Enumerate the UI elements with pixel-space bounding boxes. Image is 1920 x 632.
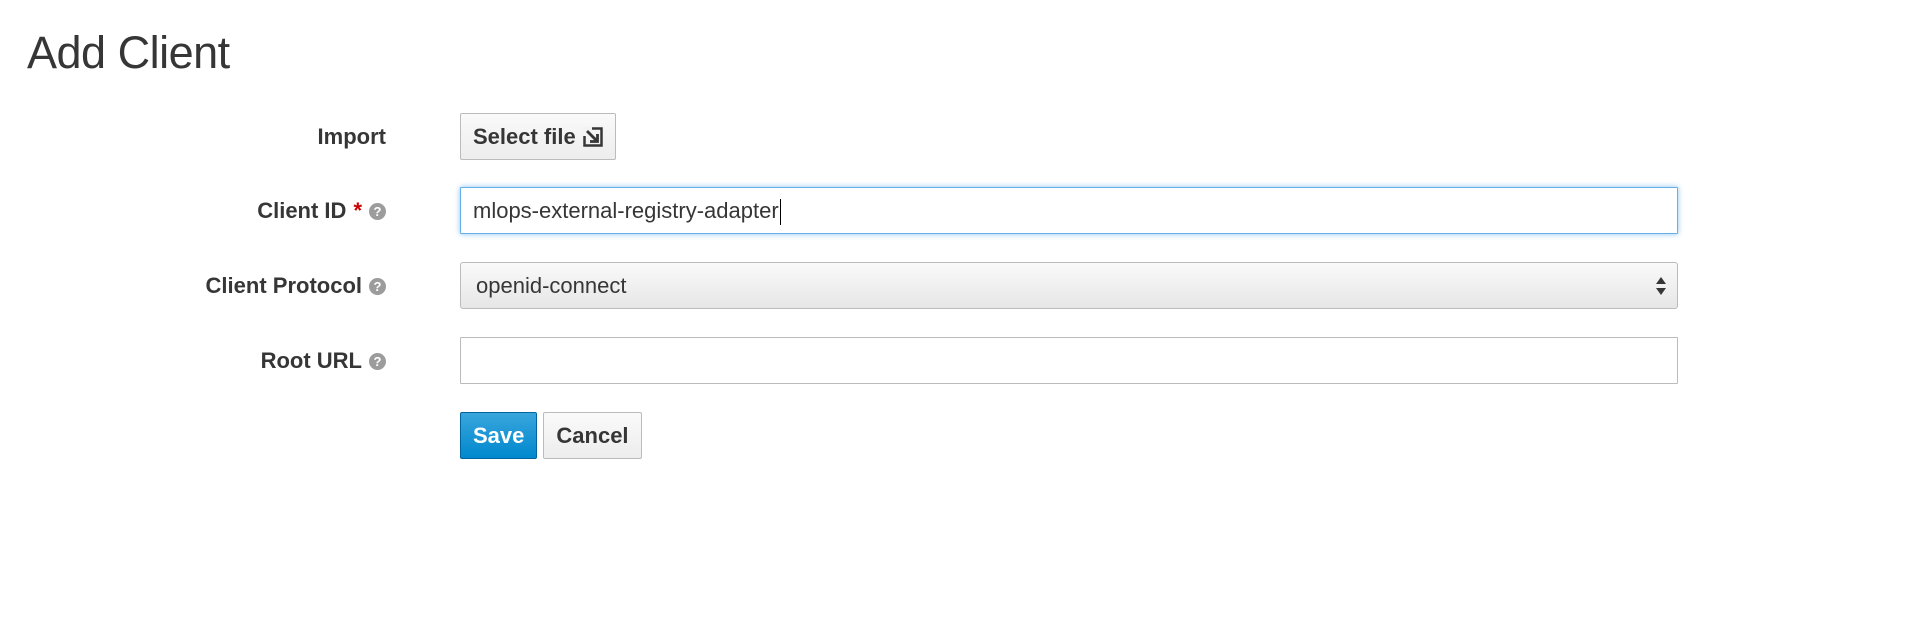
save-button[interactable]: Save — [460, 412, 538, 459]
client-protocol-label: Client Protocol ? — [206, 262, 386, 310]
client-id-control: mlops-external-registry-adapter — [460, 187, 1678, 234]
client-protocol-row: Client Protocol ? openid-connect — [0, 262, 1920, 310]
question-circle-icon[interactable]: ? — [369, 352, 386, 370]
select-file-button-label: Select file — [473, 123, 576, 149]
root-url-row: Root URL ? — [0, 337, 1920, 385]
import-control: Select file — [460, 113, 616, 160]
client-id-label-text: Client ID — [257, 198, 347, 223]
select-file-button[interactable]: Select file — [460, 113, 616, 160]
client-id-value: mlops-external-registry-adapter — [473, 198, 779, 223]
root-url-label: Root URL ? — [261, 337, 386, 385]
form-actions: Save Cancel — [460, 412, 642, 459]
client-protocol-selected: openid-connect — [476, 273, 627, 298]
question-circle-icon[interactable]: ? — [369, 277, 386, 295]
actions-row: Save Cancel — [0, 412, 1920, 460]
text-caret — [779, 199, 781, 226]
question-circle-icon[interactable]: ? — [369, 202, 386, 220]
root-url-label-text: Root URL — [260, 348, 362, 373]
import-icon — [582, 126, 603, 147]
import-label-text: Import — [317, 124, 386, 149]
import-label: Import — [318, 113, 386, 161]
root-url-control — [460, 337, 1678, 384]
client-id-input[interactable]: mlops-external-registry-adapter — [460, 187, 1678, 234]
client-protocol-label-text: Client Protocol — [205, 273, 362, 298]
cancel-button[interactable]: Cancel — [543, 412, 642, 459]
root-url-input[interactable] — [460, 337, 1678, 384]
import-row: Import Select file — [0, 113, 1920, 161]
client-id-row: Client ID * ? mlops-external-registry-ad… — [0, 187, 1920, 235]
required-indicator: * — [353, 198, 362, 223]
client-protocol-select[interactable]: openid-connect — [460, 262, 1678, 309]
client-protocol-control: openid-connect — [460, 262, 1678, 309]
add-client-page: Add Client Import Select file Client ID … — [0, 0, 1920, 632]
page-title: Add Client — [27, 27, 230, 78]
client-id-label: Client ID * ? — [257, 187, 386, 235]
select-arrows-icon — [1656, 277, 1666, 295]
